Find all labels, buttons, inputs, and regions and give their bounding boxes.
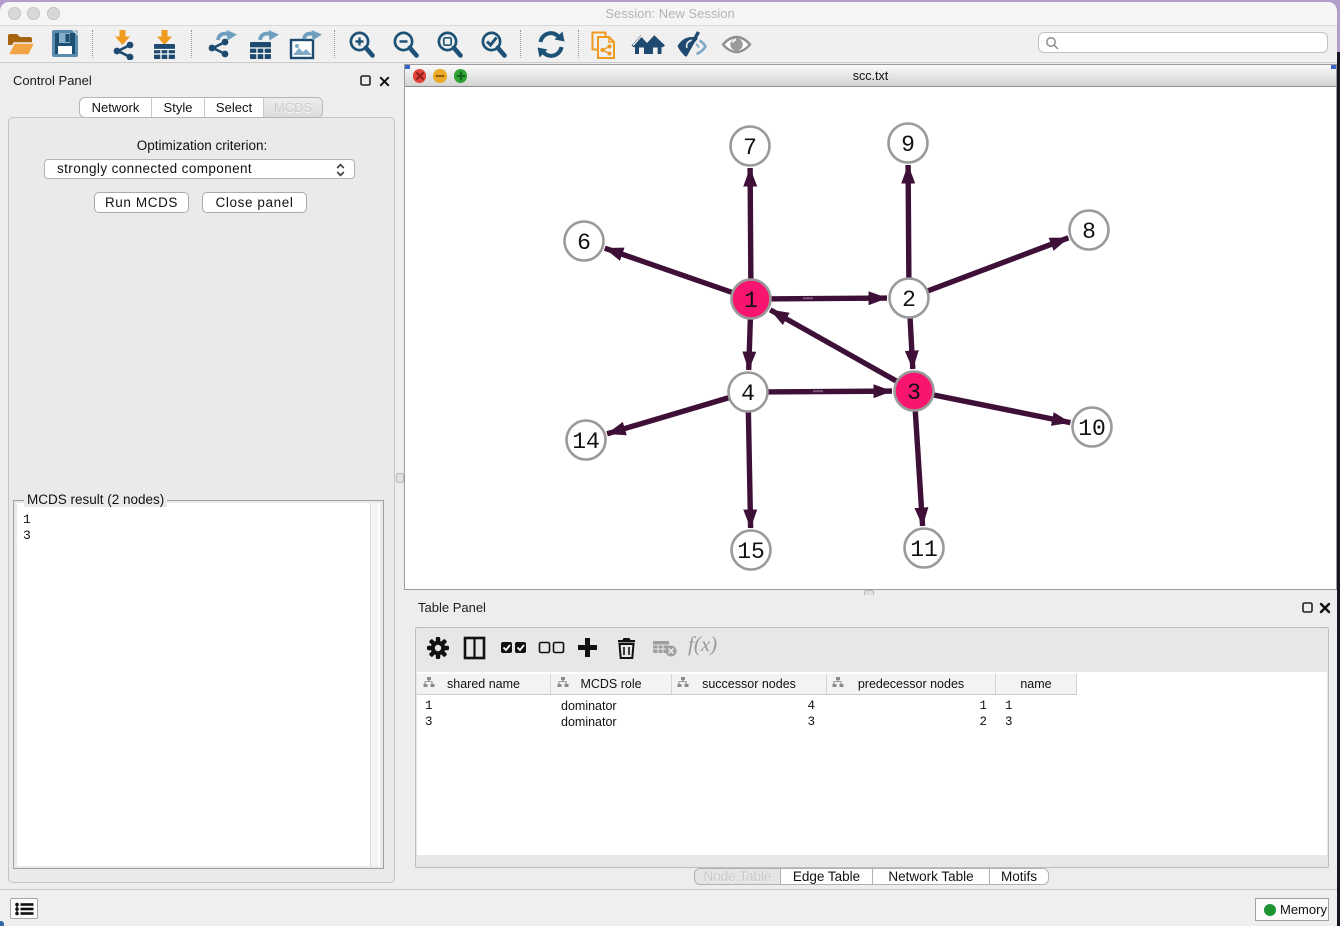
svg-text:4: 4 <box>741 381 755 407</box>
svg-text:2: 2 <box>902 287 916 313</box>
svg-text:10: 10 <box>1078 416 1106 442</box>
svg-text:14: 14 <box>572 429 600 455</box>
svg-text:7: 7 <box>743 135 757 161</box>
svg-text:1: 1 <box>744 288 758 314</box>
svg-text:9: 9 <box>901 132 915 158</box>
svg-text:15: 15 <box>737 539 765 565</box>
svg-text:11: 11 <box>910 537 938 563</box>
svg-text:6: 6 <box>577 230 591 256</box>
svg-text:3: 3 <box>907 380 921 406</box>
svg-text:8: 8 <box>1082 219 1096 245</box>
